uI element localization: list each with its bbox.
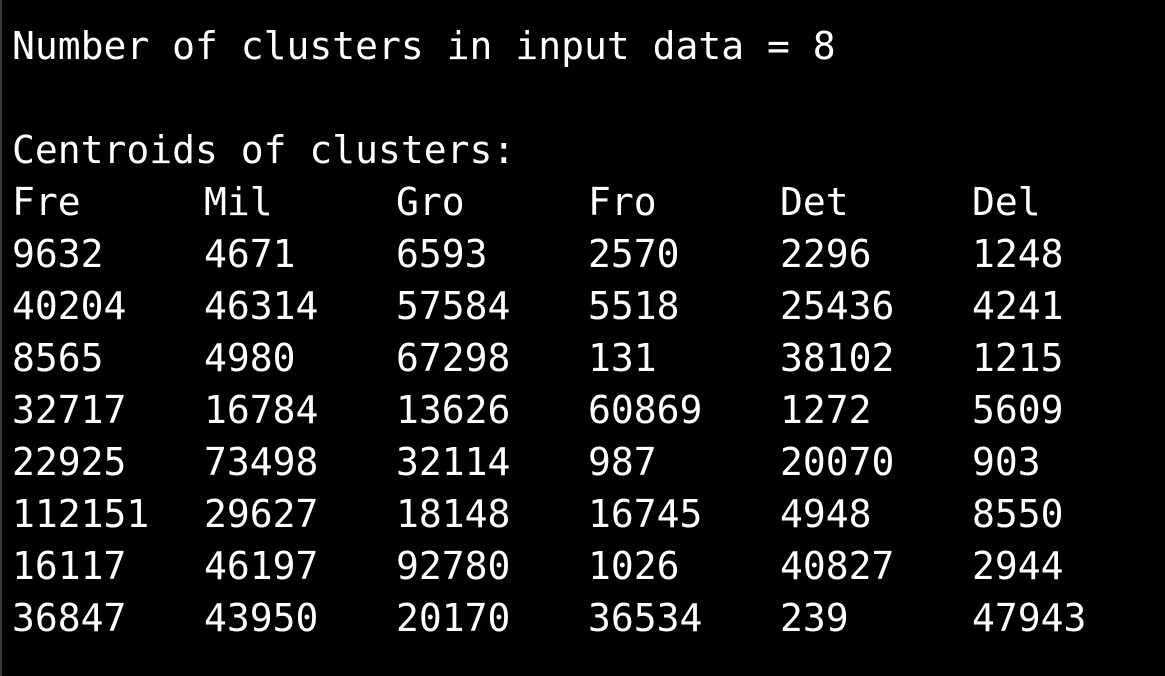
table-cell: 4980 [204,336,296,380]
table-cell: 5609 [972,388,1064,432]
column-header-mil: Mil [204,180,273,224]
table-cell: 13626 [396,388,511,432]
table-cell: 4948 [780,492,872,536]
table-cell: 67298 [396,336,511,380]
column-header-det: Det [780,180,849,224]
table-cell: 43950 [204,596,319,640]
table-header-row: Fre Mil Gro Fro Det Del [12,176,1165,228]
table-cell: 46314 [204,284,319,328]
table-cell: 16745 [588,492,703,536]
table-row: 32717 16784 13626 60869 1272 5609 [12,384,1165,436]
table-cell: 46197 [204,544,319,588]
table-cell: 1272 [780,388,872,432]
table-row: 36847 43950 20170 36534 239 47943 [12,592,1165,644]
table-cell: 5518 [588,284,680,328]
table-cell: 40204 [12,284,127,328]
table-cell: 2570 [588,232,680,276]
table-cell: 8565 [12,336,104,380]
table-cell: 36534 [588,596,703,640]
table-row: 22925 73498 32114 987 20070 903 [12,436,1165,488]
table-cell: 20170 [396,596,511,640]
table-cell: 22925 [12,440,127,484]
terminal-window[interactable]: Number of clusters in input data = 8 Cen… [0,0,1165,676]
table-cell: 18148 [396,492,511,536]
table-row: 9632 4671 6593 2570 2296 1248 [12,228,1165,280]
table-cell: 38102 [780,336,895,380]
table-cell: 6593 [396,232,488,276]
table-cell: 239 [780,596,849,640]
table-cell: 73498 [204,440,319,484]
table-cell: 32114 [396,440,511,484]
table-cell: 32717 [12,388,127,432]
table-cell: 16117 [12,544,127,588]
table-cell: 57584 [396,284,511,328]
cluster-count-line: Number of clusters in input data = 8 [12,24,836,68]
table-cell: 20070 [780,440,895,484]
table-cell: 1026 [588,544,680,588]
table-cell: 29627 [204,492,319,536]
table-cell: 16784 [204,388,319,432]
table-cell: 8550 [972,492,1064,536]
table-cell: 1248 [972,232,1064,276]
column-header-fre: Fre [12,180,81,224]
table-cell: 92780 [396,544,511,588]
column-header-del: Del [972,180,1041,224]
table-cell: 25436 [780,284,895,328]
table-row: 8565 4980 67298 131 38102 1215 [12,332,1165,384]
table-cell: 60869 [588,388,703,432]
table-cell: 112151 [12,492,150,536]
table-cell: 9632 [12,232,104,276]
table-row: 112151 29627 18148 16745 4948 8550 [12,488,1165,540]
table-row: 40204 46314 57584 5518 25436 4241 [12,280,1165,332]
table-cell: 987 [588,440,657,484]
table-cell: 36847 [12,596,127,640]
column-header-fro: Fro [588,180,657,224]
column-header-gro: Gro [396,180,465,224]
table-row: 16117 46197 92780 1026 40827 2944 [12,540,1165,592]
table-cell: 903 [972,440,1041,484]
centroids-heading: Centroids of clusters: [12,128,516,172]
table-cell: 1215 [972,336,1064,380]
table-cell: 2944 [972,544,1064,588]
table-cell: 40827 [780,544,895,588]
table-cell: 2296 [780,232,872,276]
table-cell: 47943 [972,596,1087,640]
table-cell: 4671 [204,232,296,276]
table-cell: 131 [588,336,657,380]
table-cell: 4241 [972,284,1064,328]
